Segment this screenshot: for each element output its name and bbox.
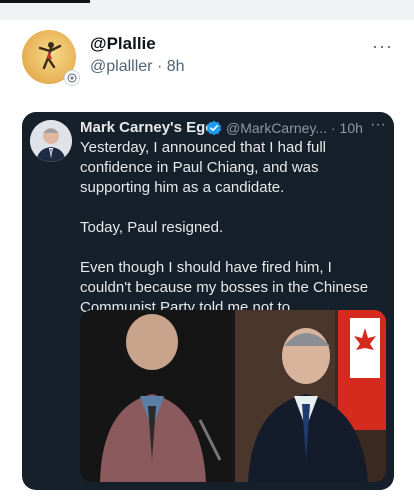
quoted-avatar[interactable]: [30, 120, 72, 162]
separator: ·: [330, 120, 336, 136]
display-name[interactable]: @Plallie: [90, 34, 156, 54]
paragraph: Even though I should have fired him, I c…: [80, 259, 369, 316]
quoted-timestamp[interactable]: 10h: [340, 120, 363, 136]
paragraph: Today, Paul resigned.: [80, 219, 224, 236]
top-tab-strip: [0, 0, 414, 20]
quoted-post[interactable]: Mark Carney's Ego @MarkCarney... · 10h ·…: [22, 112, 394, 490]
handle-and-time: @plalller · 8h: [90, 58, 185, 76]
quoted-more-options-icon[interactable]: ···: [370, 116, 386, 134]
photo-two-men-icon: [80, 310, 386, 482]
person-avatar-icon: [30, 120, 72, 162]
quoted-handle[interactable]: @MarkCarney...: [226, 120, 327, 136]
active-tab-indicator: [0, 0, 90, 3]
avatar-figure-icon: [38, 42, 62, 70]
handle[interactable]: @plalller: [90, 58, 152, 75]
paragraph: Yesterday, I announced that I had full c…: [80, 139, 327, 196]
quoted-post-text: Yesterday, I announced that I had full c…: [80, 138, 386, 318]
post-image[interactable]: [80, 310, 386, 482]
verified-badge-icon: [206, 120, 222, 136]
post[interactable]: @Plallie @plalller · 8h ··· Mark Carney'…: [0, 22, 414, 500]
account-badge-icon: [64, 70, 80, 86]
quoted-display-name[interactable]: Mark Carney's Ego: [80, 119, 214, 136]
separator: ·: [156, 58, 163, 75]
more-options-icon[interactable]: ···: [372, 36, 393, 57]
timestamp[interactable]: 8h: [167, 58, 185, 75]
quoted-handle-and-time: @MarkCarney... · 10h: [226, 120, 363, 136]
